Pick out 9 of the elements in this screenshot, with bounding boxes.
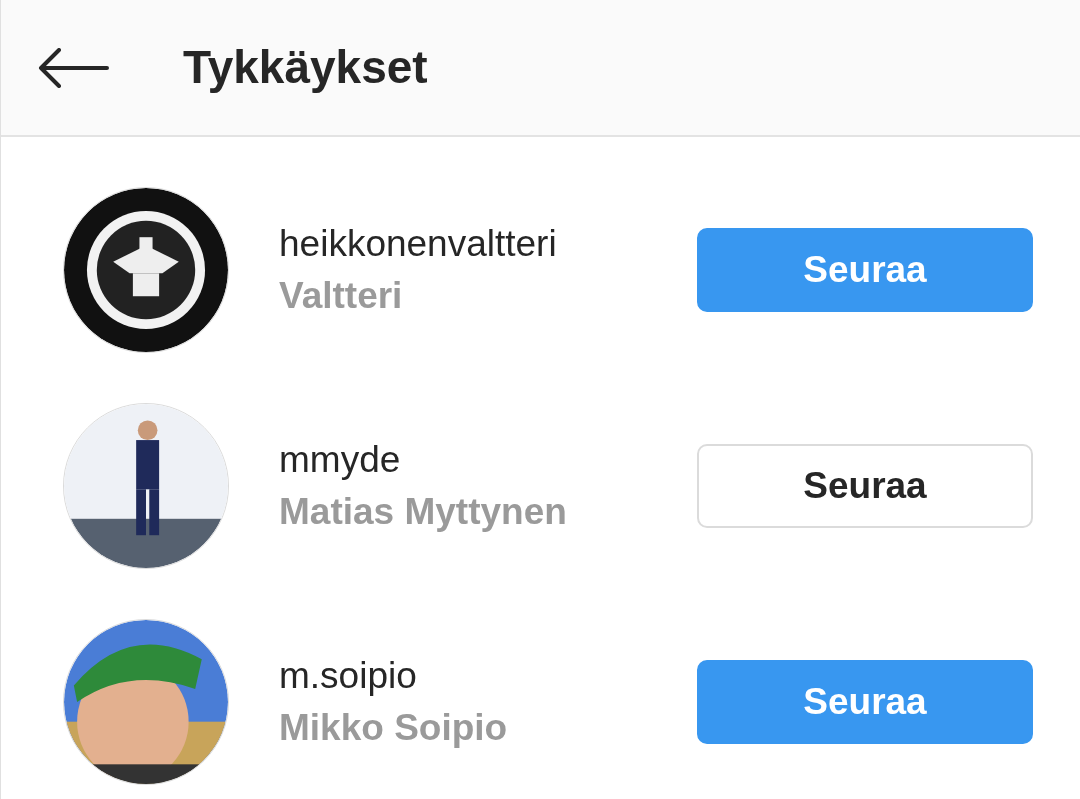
username[interactable]: mmyde — [279, 434, 697, 486]
username[interactable]: heikkonenvaltteri — [279, 218, 697, 270]
full-name: Matias Myttynen — [279, 490, 568, 534]
follow-button[interactable]: Seuraa — [697, 444, 1033, 528]
username[interactable]: m.soipio — [279, 650, 697, 702]
full-name: Valtteri — [279, 274, 404, 318]
page-title: Tykkäykset — [183, 40, 428, 95]
full-name: Mikko Soipio — [279, 706, 509, 750]
back-icon[interactable] — [37, 47, 109, 88]
